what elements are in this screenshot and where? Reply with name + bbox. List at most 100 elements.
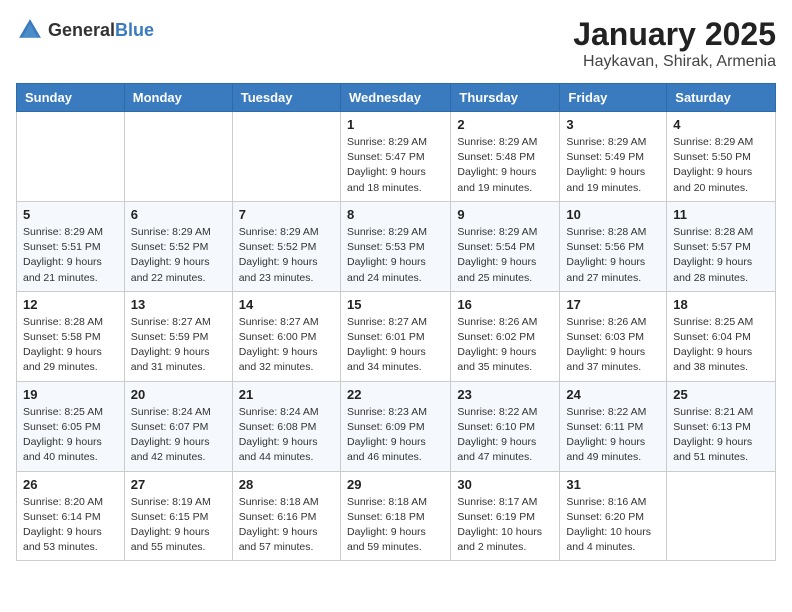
calendar-cell: 16 Sunrise: 8:26 AM Sunset: 6:02 PM Dayli…	[451, 291, 560, 381]
day-number: 25	[673, 387, 769, 402]
month-title: January 2025	[573, 16, 776, 53]
title-section: January 2025 Haykavan, Shirak, Armenia	[573, 16, 776, 71]
day-number: 11	[673, 207, 769, 222]
day-number: 19	[23, 387, 118, 402]
day-detail: Sunrise: 8:27 AM Sunset: 5:59 PM Dayligh…	[131, 315, 226, 376]
calendar-cell: 13 Sunrise: 8:27 AM Sunset: 5:59 PM Dayli…	[124, 291, 232, 381]
day-detail: Sunrise: 8:23 AM Sunset: 6:09 PM Dayligh…	[347, 405, 444, 466]
weekday-header-wednesday: Wednesday	[340, 84, 450, 112]
calendar-cell: 26Sunrise: 8:20 AM Sunset: 6:14 PM Dayli…	[17, 471, 125, 561]
day-number: 24	[566, 387, 660, 402]
calendar-week-row: 12 Sunrise: 8:28 AM Sunset: 5:58 PM Dayli…	[17, 291, 776, 381]
day-number: 2	[457, 117, 553, 132]
day-detail: Sunrise: 8:26 AM Sunset: 6:03 PM Dayligh…	[566, 315, 660, 376]
calendar-cell: 11 Sunrise: 8:28 AM Sunset: 5:57 PM Dayli…	[667, 201, 776, 291]
day-number: 23	[457, 387, 553, 402]
day-detail: Sunrise: 8:28 AM Sunset: 5:58 PM Dayligh…	[23, 315, 118, 376]
calendar-cell: 19 Sunrise: 8:25 AM Sunset: 6:05 PM Dayli…	[17, 381, 125, 471]
day-detail: Sunrise: 8:28 AM Sunset: 5:56 PM Dayligh…	[566, 225, 660, 286]
day-number: 29	[347, 477, 444, 492]
logo-icon	[16, 16, 44, 44]
calendar-cell: 28 Sunrise: 8:18 AM Sunset: 6:16 PM Dayli…	[232, 471, 340, 561]
day-number: 27	[131, 477, 226, 492]
calendar-cell	[124, 112, 232, 202]
day-number: 13	[131, 297, 226, 312]
day-number: 6	[131, 207, 226, 222]
day-number: 10	[566, 207, 660, 222]
day-detail: Sunrise: 8:27 AM Sunset: 6:00 PM Dayligh…	[239, 315, 334, 376]
day-detail: Sunrise: 8:24 AM Sunset: 6:07 PM Dayligh…	[131, 405, 226, 466]
calendar-cell: 14Sunrise: 8:27 AM Sunset: 6:00 PM Dayli…	[232, 291, 340, 381]
calendar-cell: 25Sunrise: 8:21 AM Sunset: 6:13 PM Dayli…	[667, 381, 776, 471]
day-detail: Sunrise: 8:29 AM Sunset: 5:49 PM Dayligh…	[566, 135, 660, 196]
calendar-body: 1 Sunrise: 8:29 AM Sunset: 5:47 PM Daylig…	[17, 112, 776, 561]
day-number: 16	[457, 297, 553, 312]
logo-text-blue: Blue	[115, 20, 154, 40]
day-detail: Sunrise: 8:29 AM Sunset: 5:47 PM Dayligh…	[347, 135, 444, 196]
day-detail: Sunrise: 8:28 AM Sunset: 5:57 PM Dayligh…	[673, 225, 769, 286]
page-header: GeneralBlue January 2025 Haykavan, Shira…	[16, 16, 776, 71]
calendar-week-row: 1 Sunrise: 8:29 AM Sunset: 5:47 PM Daylig…	[17, 112, 776, 202]
calendar-cell: 17 Sunrise: 8:26 AM Sunset: 6:03 PM Dayli…	[560, 291, 667, 381]
day-number: 18	[673, 297, 769, 312]
calendar-cell: 30 Sunrise: 8:17 AM Sunset: 6:19 PM Dayli…	[451, 471, 560, 561]
day-number: 3	[566, 117, 660, 132]
day-detail: Sunrise: 8:20 AM Sunset: 6:14 PM Dayligh…	[23, 495, 118, 556]
day-number: 31	[566, 477, 660, 492]
day-detail: Sunrise: 8:29 AM Sunset: 5:51 PM Dayligh…	[23, 225, 118, 286]
calendar-week-row: 26Sunrise: 8:20 AM Sunset: 6:14 PM Dayli…	[17, 471, 776, 561]
day-number: 9	[457, 207, 553, 222]
weekday-header-saturday: Saturday	[667, 84, 776, 112]
weekday-header-friday: Friday	[560, 84, 667, 112]
calendar-week-row: 19 Sunrise: 8:25 AM Sunset: 6:05 PM Dayli…	[17, 381, 776, 471]
day-detail: Sunrise: 8:17 AM Sunset: 6:19 PM Dayligh…	[457, 495, 553, 556]
calendar-cell: 5 Sunrise: 8:29 AM Sunset: 5:51 PM Daylig…	[17, 201, 125, 291]
calendar-cell: 3 Sunrise: 8:29 AM Sunset: 5:49 PM Daylig…	[560, 112, 667, 202]
day-detail: Sunrise: 8:25 AM Sunset: 6:05 PM Dayligh…	[23, 405, 118, 466]
day-detail: Sunrise: 8:29 AM Sunset: 5:48 PM Dayligh…	[457, 135, 553, 196]
day-detail: Sunrise: 8:27 AM Sunset: 6:01 PM Dayligh…	[347, 315, 444, 376]
calendar-cell: 10 Sunrise: 8:28 AM Sunset: 5:56 PM Dayli…	[560, 201, 667, 291]
calendar-cell: 21 Sunrise: 8:24 AM Sunset: 6:08 PM Dayli…	[232, 381, 340, 471]
day-number: 28	[239, 477, 334, 492]
day-number: 17	[566, 297, 660, 312]
day-number: 20	[131, 387, 226, 402]
day-detail: Sunrise: 8:22 AM Sunset: 6:10 PM Dayligh…	[457, 405, 553, 466]
day-detail: Sunrise: 8:26 AM Sunset: 6:02 PM Dayligh…	[457, 315, 553, 376]
calendar-cell: 22Sunrise: 8:23 AM Sunset: 6:09 PM Dayli…	[340, 381, 450, 471]
logo: GeneralBlue	[16, 16, 154, 44]
day-number: 12	[23, 297, 118, 312]
day-detail: Sunrise: 8:24 AM Sunset: 6:08 PM Dayligh…	[239, 405, 334, 466]
calendar-cell: 31Sunrise: 8:16 AM Sunset: 6:20 PM Dayli…	[560, 471, 667, 561]
day-number: 7	[239, 207, 334, 222]
day-detail: Sunrise: 8:18 AM Sunset: 6:18 PM Dayligh…	[347, 495, 444, 556]
day-number: 5	[23, 207, 118, 222]
day-detail: Sunrise: 8:18 AM Sunset: 6:16 PM Dayligh…	[239, 495, 334, 556]
day-number: 15	[347, 297, 444, 312]
calendar-cell: 15 Sunrise: 8:27 AM Sunset: 6:01 PM Dayli…	[340, 291, 450, 381]
day-number: 1	[347, 117, 444, 132]
day-detail: Sunrise: 8:29 AM Sunset: 5:53 PM Dayligh…	[347, 225, 444, 286]
calendar-cell: 6Sunrise: 8:29 AM Sunset: 5:52 PM Daylig…	[124, 201, 232, 291]
calendar-cell: 24Sunrise: 8:22 AM Sunset: 6:11 PM Dayli…	[560, 381, 667, 471]
weekday-header-thursday: Thursday	[451, 84, 560, 112]
calendar-cell: 27 Sunrise: 8:19 AM Sunset: 6:15 PM Dayli…	[124, 471, 232, 561]
weekday-header-tuesday: Tuesday	[232, 84, 340, 112]
day-detail: Sunrise: 8:19 AM Sunset: 6:15 PM Dayligh…	[131, 495, 226, 556]
weekday-header-sunday: Sunday	[17, 84, 125, 112]
calendar-cell: 23 Sunrise: 8:22 AM Sunset: 6:10 PM Dayli…	[451, 381, 560, 471]
day-detail: Sunrise: 8:29 AM Sunset: 5:50 PM Dayligh…	[673, 135, 769, 196]
day-number: 21	[239, 387, 334, 402]
calendar-cell: 8 Sunrise: 8:29 AM Sunset: 5:53 PM Daylig…	[340, 201, 450, 291]
calendar-cell: 4 Sunrise: 8:29 AM Sunset: 5:50 PM Daylig…	[667, 112, 776, 202]
day-detail: Sunrise: 8:29 AM Sunset: 5:52 PM Dayligh…	[239, 225, 334, 286]
day-number: 8	[347, 207, 444, 222]
calendar-cell	[17, 112, 125, 202]
calendar-cell: 1 Sunrise: 8:29 AM Sunset: 5:47 PM Daylig…	[340, 112, 450, 202]
day-number: 30	[457, 477, 553, 492]
calendar-week-row: 5 Sunrise: 8:29 AM Sunset: 5:51 PM Daylig…	[17, 201, 776, 291]
day-number: 4	[673, 117, 769, 132]
calendar-cell: 12 Sunrise: 8:28 AM Sunset: 5:58 PM Dayli…	[17, 291, 125, 381]
day-detail: Sunrise: 8:25 AM Sunset: 6:04 PM Dayligh…	[673, 315, 769, 376]
calendar-cell: 9Sunrise: 8:29 AM Sunset: 5:54 PM Daylig…	[451, 201, 560, 291]
